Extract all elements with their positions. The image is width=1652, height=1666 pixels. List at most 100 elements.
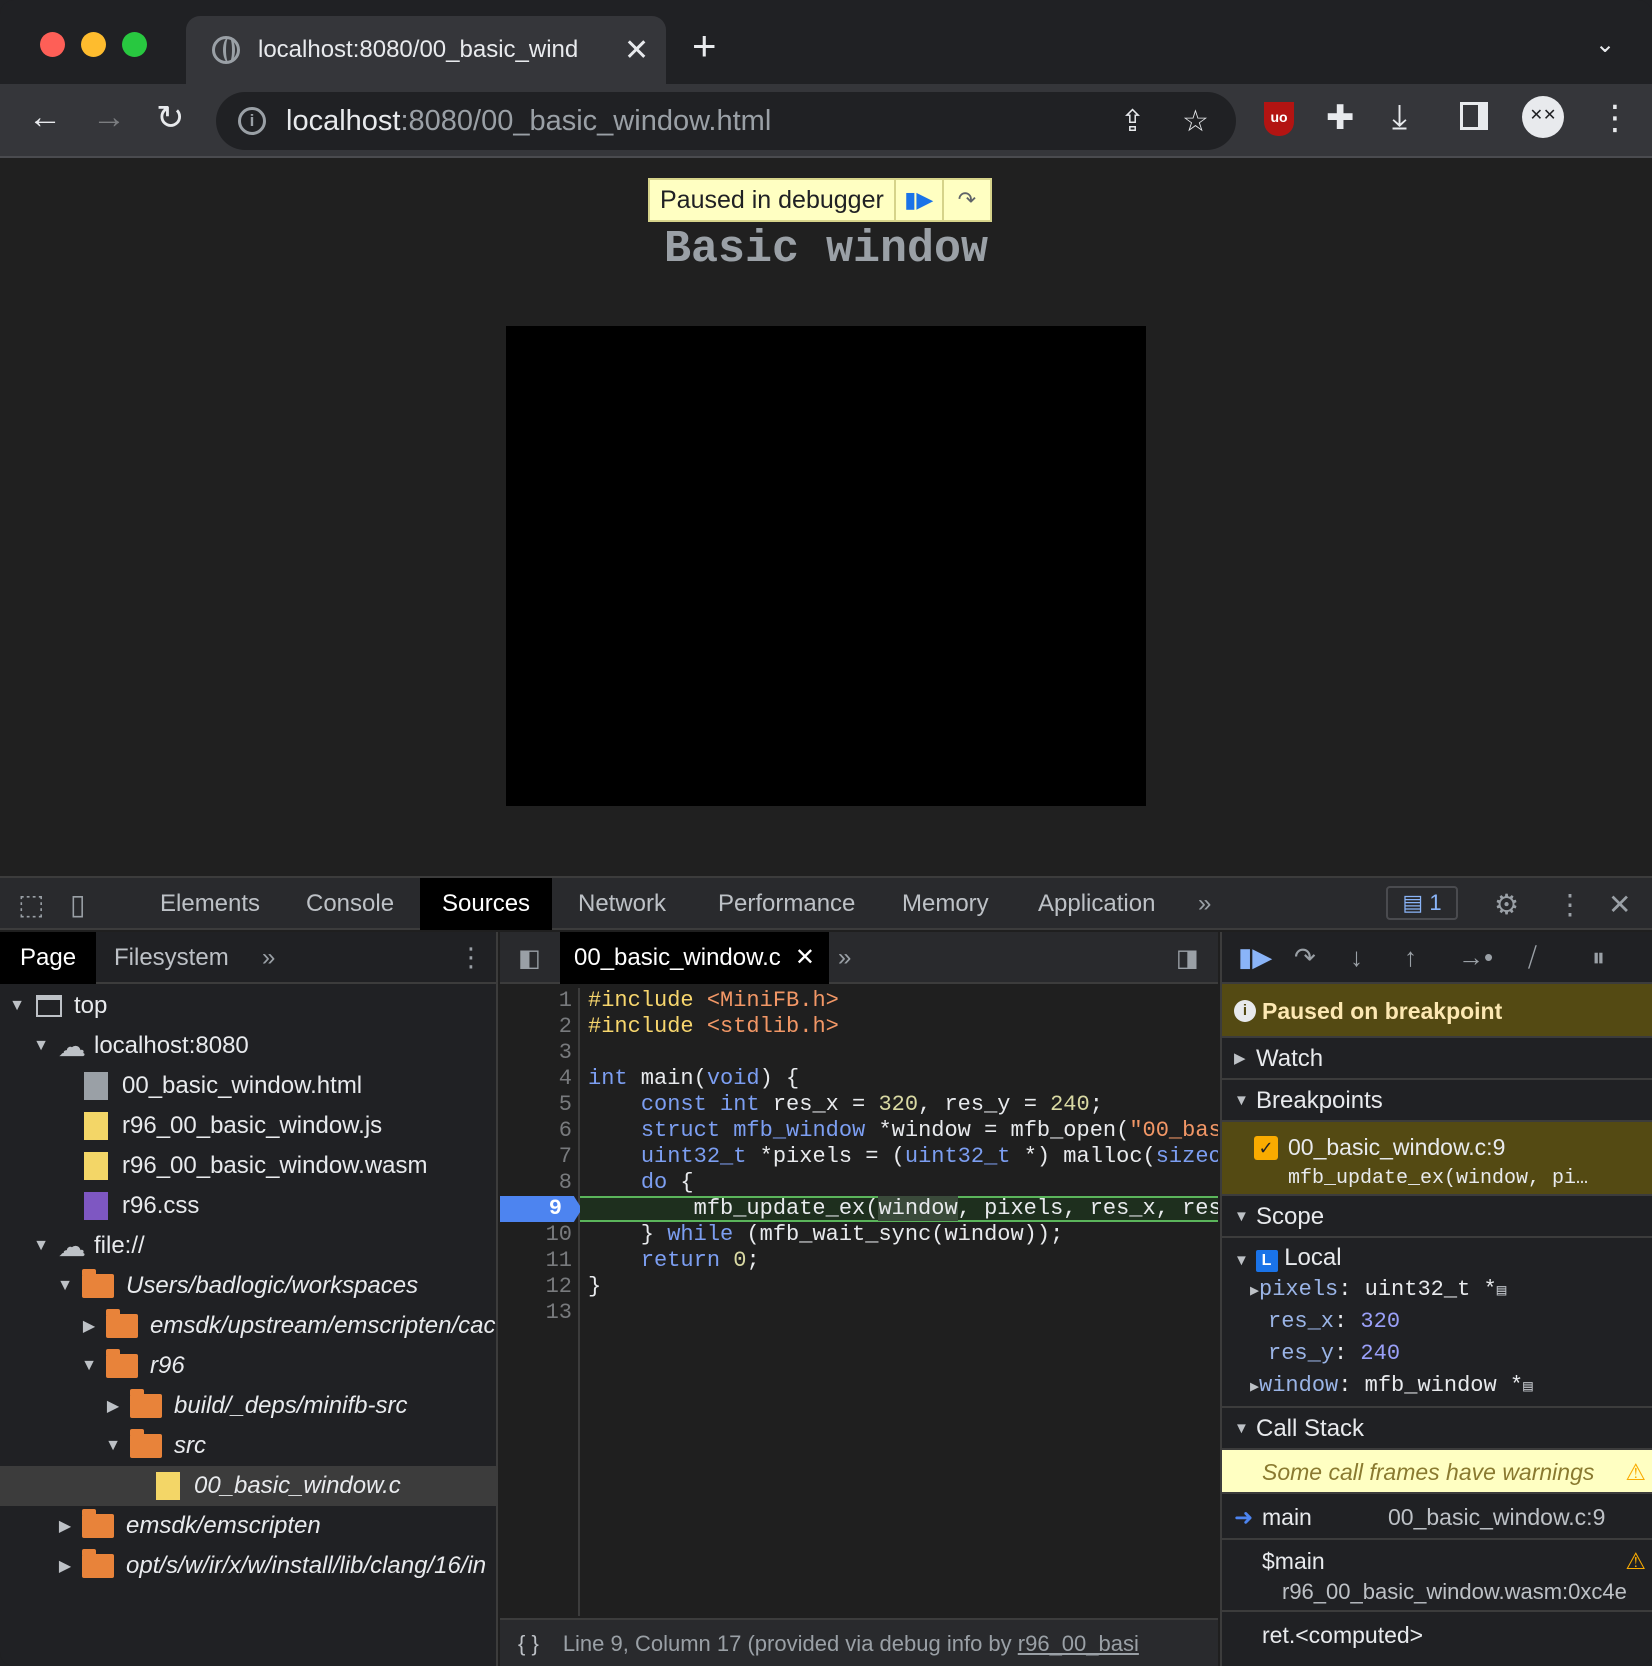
- line-number[interactable]: 4: [500, 1066, 576, 1092]
- bookmark-star-icon[interactable]: ☆: [1182, 104, 1209, 139]
- inspect-element-icon[interactable]: ⬚: [18, 888, 44, 921]
- step-out-icon[interactable]: ↑: [1404, 942, 1417, 973]
- tab-network[interactable]: Network: [556, 878, 688, 930]
- scope-local[interactable]: ▼ L Local: [1222, 1242, 1652, 1274]
- line-number[interactable]: 1: [500, 988, 576, 1014]
- close-window-button[interactable]: [40, 32, 65, 57]
- close-tab-icon[interactable]: ✕: [624, 33, 649, 68]
- browser-menu-icon[interactable]: ⋮: [1598, 98, 1632, 138]
- callstack-section-header[interactable]: ▼ Call Stack: [1222, 1408, 1652, 1450]
- deactivate-breakpoints-icon[interactable]: ⧸: [1528, 942, 1537, 974]
- render-canvas[interactable]: [506, 326, 1146, 806]
- toggle-debugger-icon[interactable]: ◨: [1176, 944, 1199, 973]
- issues-badge[interactable]: ▤ 1: [1386, 886, 1458, 920]
- line-number[interactable]: 12: [500, 1274, 576, 1300]
- toggle-navigator-icon[interactable]: ◧: [518, 944, 541, 973]
- more-tabs-icon[interactable]: »: [1198, 890, 1211, 918]
- tab-performance[interactable]: Performance: [696, 878, 877, 930]
- tree-folder[interactable]: ▶ emsdk/emscripten: [0, 1506, 498, 1546]
- tab-elements[interactable]: Elements: [138, 878, 282, 930]
- step-over-icon[interactable]: ↷: [941, 180, 990, 220]
- tree-item-file-origin[interactable]: ▼ ☁ file://: [0, 1226, 498, 1266]
- tree-item-selected-file[interactable]: 00_basic_window.c: [0, 1466, 498, 1506]
- breakpoint-checkbox[interactable]: ✓: [1254, 1136, 1278, 1160]
- browser-tab[interactable]: localhost:8080/00_basic_wind ✕: [186, 16, 666, 84]
- scope-variable[interactable]: res_x: 320: [1222, 1306, 1652, 1338]
- profile-avatar[interactable]: ✕✕: [1522, 96, 1564, 138]
- minimize-window-button[interactable]: [81, 32, 106, 57]
- tree-folder[interactable]: ▼ Users/badlogic/workspaces: [0, 1266, 498, 1306]
- address-bar[interactable]: i localhost:8080/00_basic_window.html ⇪ …: [216, 92, 1236, 150]
- ublock-extension-icon[interactable]: uo: [1264, 102, 1294, 136]
- line-number[interactable]: 13: [500, 1300, 576, 1326]
- share-icon[interactable]: ⇪: [1120, 104, 1145, 139]
- step-icon[interactable]: →•: [1458, 942, 1493, 973]
- tree-folder[interactable]: ▼ src: [0, 1426, 498, 1466]
- watch-section-header[interactable]: ▶ Watch: [1222, 1038, 1652, 1080]
- navigator-menu-icon[interactable]: ⋮: [458, 942, 484, 973]
- devtools-menu-icon[interactable]: ⋮: [1556, 888, 1584, 921]
- line-number[interactable]: 2: [500, 1014, 576, 1040]
- tab-search-button[interactable]: ⌄: [1595, 30, 1615, 59]
- memory-inspector-icon[interactable]: ▤: [1497, 1282, 1507, 1300]
- extensions-puzzle-icon[interactable]: ✚: [1326, 98, 1355, 138]
- scope-variable[interactable]: res_y: 240: [1222, 1338, 1652, 1370]
- back-icon[interactable]: ←: [28, 98, 62, 137]
- tree-folder[interactable]: ▶ emsdk/upstream/emscripten/cac: [0, 1306, 498, 1346]
- close-file-icon[interactable]: ✕: [795, 944, 815, 971]
- line-number[interactable]: 7: [500, 1144, 576, 1170]
- line-number[interactable]: 3: [500, 1040, 576, 1066]
- tab-sources[interactable]: Sources: [420, 878, 553, 930]
- resume-icon[interactable]: ▮▶: [893, 180, 942, 220]
- resume-icon[interactable]: ▮▶: [1238, 942, 1272, 973]
- breakpoints-section-header[interactable]: ▼ Breakpoints: [1222, 1080, 1652, 1122]
- line-number[interactable]: 8: [500, 1170, 576, 1196]
- breakpoint-item[interactable]: ✓ 00_basic_window.c:9 mfb_update_ex(wind…: [1222, 1122, 1652, 1196]
- editor-file-tab[interactable]: 00_basic_window.c ✕: [560, 932, 829, 984]
- step-into-icon[interactable]: ↓: [1350, 942, 1363, 973]
- call-frame[interactable]: $main ⚠ r96_00_basic_window.wasm:0xc4e: [1222, 1540, 1652, 1612]
- line-number[interactable]: 6: [500, 1118, 576, 1144]
- tree-item-top[interactable]: ▼ top: [0, 986, 498, 1026]
- call-frame[interactable]: ret.<computed>: [1222, 1612, 1652, 1658]
- tree-item-file[interactable]: 00_basic_window.html: [0, 1066, 498, 1106]
- line-number[interactable]: 10: [500, 1222, 576, 1248]
- new-tab-button[interactable]: +: [692, 22, 717, 70]
- line-number[interactable]: 5: [500, 1092, 576, 1118]
- tab-console[interactable]: Console: [284, 878, 416, 930]
- forward-icon[interactable]: →: [92, 98, 126, 137]
- line-number[interactable]: 11: [500, 1248, 576, 1274]
- more-files-icon[interactable]: »: [838, 944, 851, 972]
- reload-icon[interactable]: ↻: [156, 98, 185, 138]
- scope-section-header[interactable]: ▼ Scope: [1222, 1196, 1652, 1238]
- pretty-print-icon[interactable]: { }: [518, 1631, 539, 1656]
- breakpoint-marker[interactable]: 9: [500, 1196, 582, 1222]
- scope-variable[interactable]: ▶pixels: uint32_t *▤: [1222, 1274, 1652, 1306]
- tree-item-file[interactable]: r96_00_basic_window.js: [0, 1106, 498, 1146]
- source-link[interactable]: r96_00_basi: [1018, 1631, 1139, 1656]
- tree-folder[interactable]: ▶ opt/s/w/ir/x/w/install/lib/clang/16/in: [0, 1546, 498, 1586]
- tree-folder[interactable]: ▼ r96: [0, 1346, 498, 1386]
- site-info-icon[interactable]: i: [238, 107, 266, 135]
- tab-application[interactable]: Application: [1016, 878, 1177, 930]
- code-area[interactable]: 1 2 3 4 5 6 7 8 9 10 11 12 13 #include <…: [500, 988, 1218, 1616]
- tab-memory[interactable]: Memory: [880, 878, 1011, 930]
- tree-item-file[interactable]: r96.css: [0, 1186, 498, 1226]
- tab-page[interactable]: Page: [0, 932, 97, 984]
- call-frame-selected[interactable]: ➜ main 00_basic_window.c:9: [1222, 1494, 1652, 1540]
- pause-on-exceptions-icon[interactable]: ⏸: [1592, 942, 1605, 974]
- tree-item-localhost[interactable]: ▼ ☁ localhost:8080: [0, 1026, 498, 1066]
- zoom-window-button[interactable]: [122, 32, 147, 57]
- tree-item-file[interactable]: r96_00_basic_window.wasm: [0, 1146, 498, 1186]
- memory-inspector-icon[interactable]: ▤: [1523, 1378, 1533, 1396]
- step-over-icon[interactable]: ↷: [1294, 942, 1316, 973]
- close-devtools-icon[interactable]: ✕: [1608, 888, 1631, 921]
- download-icon[interactable]: ⤓: [1392, 98, 1407, 137]
- more-navigator-tabs-icon[interactable]: »: [262, 944, 275, 972]
- settings-gear-icon[interactable]: ⚙: [1494, 888, 1519, 921]
- side-panel-icon[interactable]: [1460, 102, 1488, 130]
- scope-variable[interactable]: ▶window: mfb_window *▤: [1222, 1370, 1652, 1402]
- tab-filesystem[interactable]: Filesystem: [94, 932, 249, 984]
- device-toolbar-icon[interactable]: ▯: [70, 888, 85, 921]
- tree-folder[interactable]: ▶ build/_deps/minifb-src: [0, 1386, 498, 1426]
